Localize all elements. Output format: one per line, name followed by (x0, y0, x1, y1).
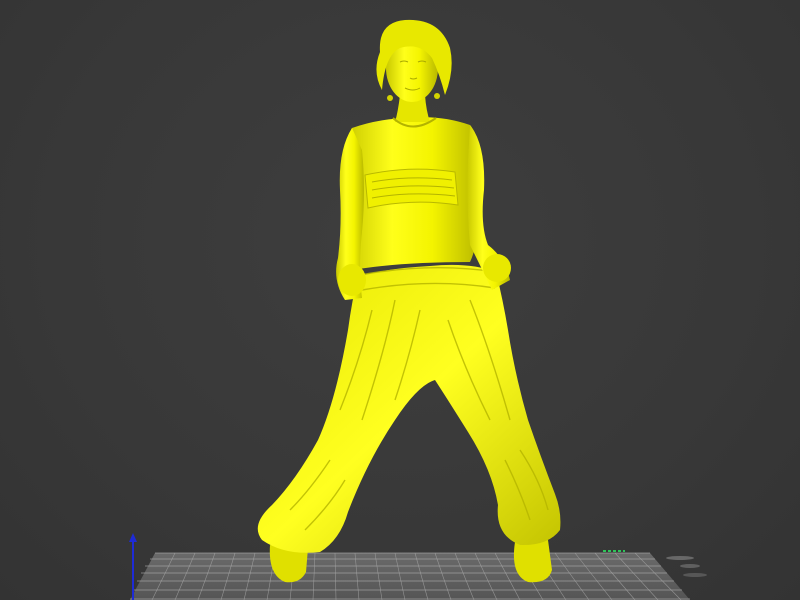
right-hand (483, 254, 511, 282)
left-earring (387, 95, 393, 101)
scene-canvas[interactable] (0, 0, 800, 600)
build-plate (130, 552, 690, 600)
figure-icon[interactable] (257, 19, 561, 583)
left-hand (338, 264, 366, 296)
pants (257, 264, 561, 553)
3d-viewport[interactable] (0, 0, 800, 600)
right-earring (434, 93, 440, 99)
right-shoe (513, 540, 552, 583)
shadow-smudge (666, 556, 707, 577)
